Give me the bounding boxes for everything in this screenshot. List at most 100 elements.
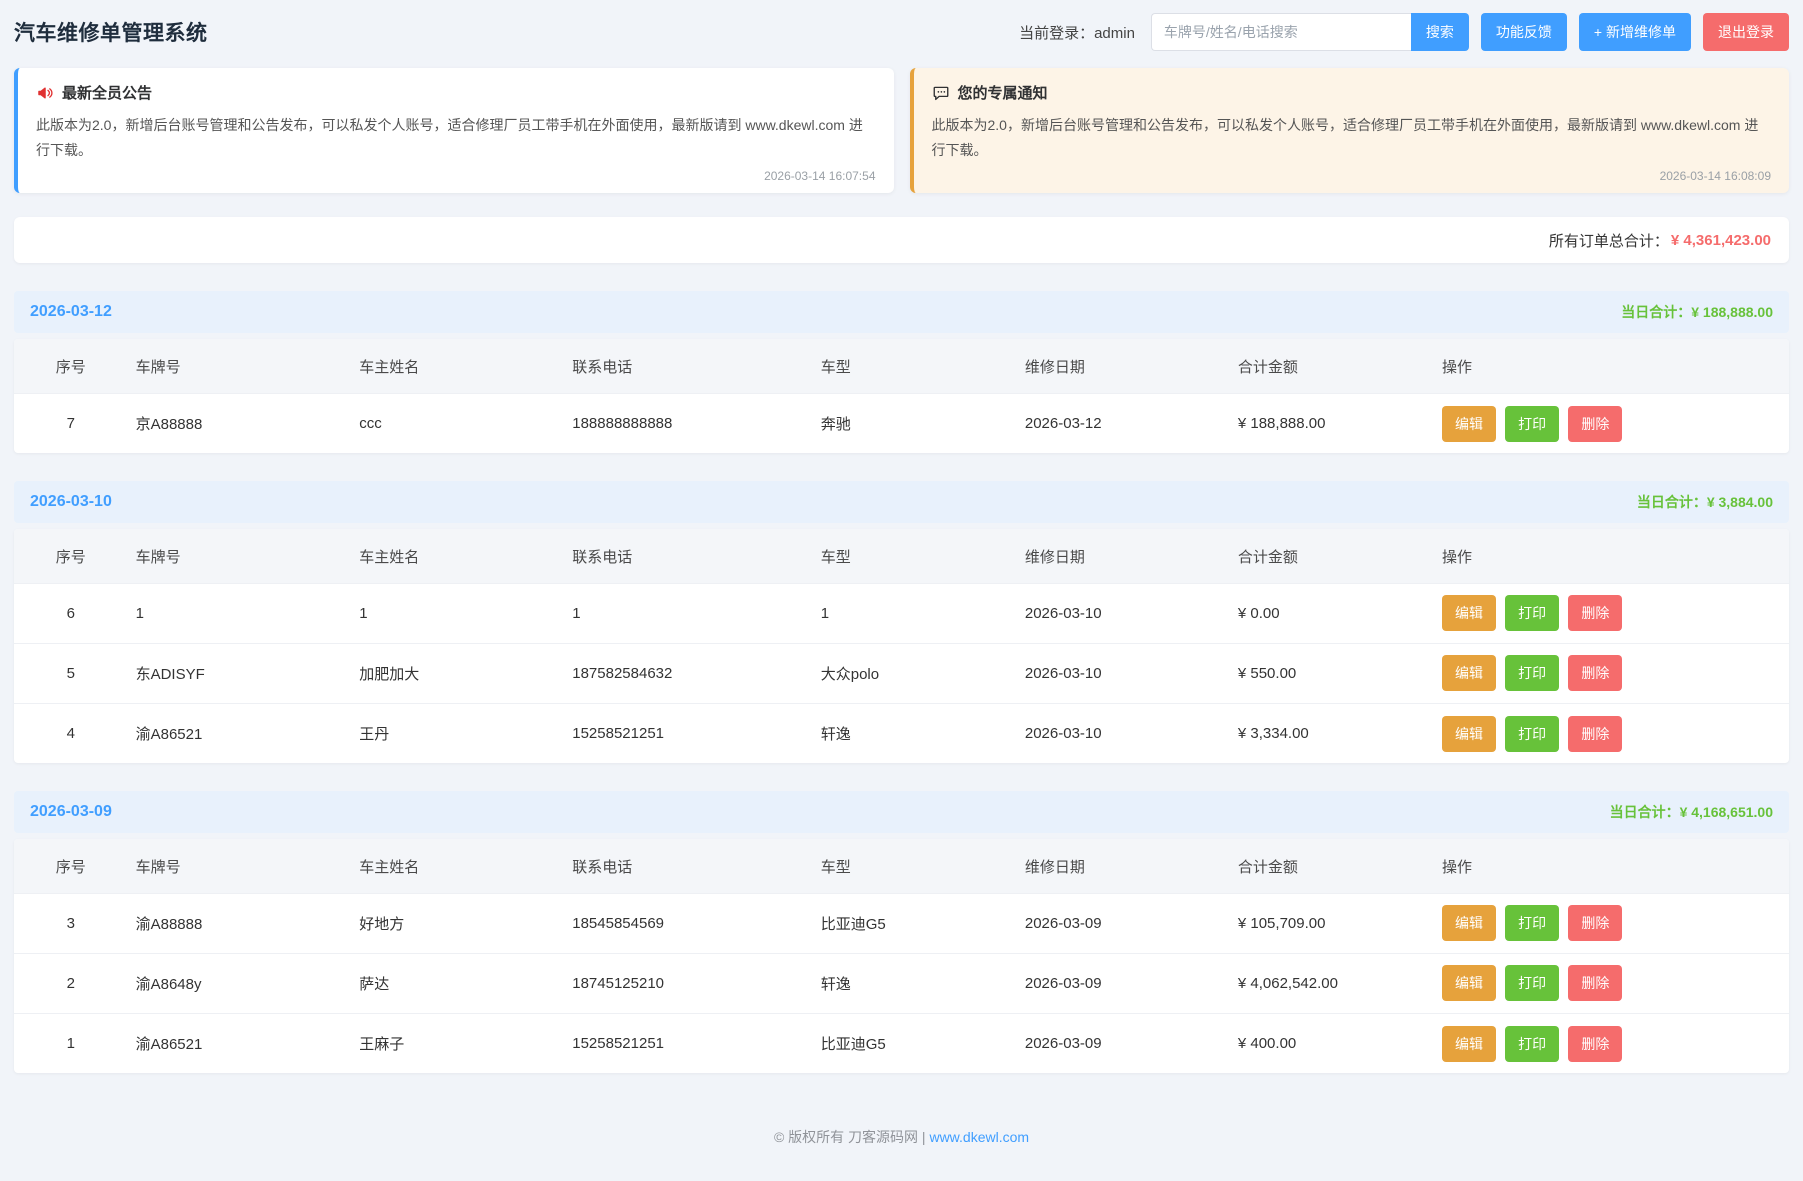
edit-button[interactable]: 编辑 [1442,1026,1496,1062]
cell-repair-date: 2026-03-09 [1017,953,1230,1013]
announcement-title: 最新全员公告 [62,82,152,103]
cell-owner: ccc [351,393,564,453]
edit-button[interactable]: 编辑 [1442,716,1496,752]
table-row: 7 京A88888 ccc 188888888888 奔驰 2026-03-12… [14,393,1789,453]
cell-model: 轩逸 [813,703,1017,763]
day-total: 当日合计：¥ 4,168,651.00 [1610,802,1773,822]
cell-no: 3 [14,893,128,953]
cell-no: 4 [14,703,128,763]
print-button[interactable]: 打印 [1505,965,1559,1001]
header-model: 车型 [813,529,1017,583]
personal-notice-body: 此版本为2.0，新增后台账号管理和公告发布，可以私发个人账号，适合修理厂员工带手… [932,113,1772,163]
search-input[interactable] [1151,13,1411,51]
delete-button[interactable]: 删除 [1568,595,1622,631]
edit-button[interactable]: 编辑 [1442,595,1496,631]
feedback-button[interactable]: 功能反馈 [1481,13,1567,51]
cell-phone: 18545854569 [564,893,813,953]
header-amount: 合计金额 [1230,839,1434,893]
print-button[interactable]: 打印 [1505,655,1559,691]
day-total-label: 当日合计： [1610,804,1680,820]
day-total-amount: ¥ 4,168,651.00 [1680,804,1773,820]
print-button[interactable]: 打印 [1505,406,1559,442]
day-total: 当日合计：¥ 3,884.00 [1637,492,1773,512]
announcement-body: 此版本为2.0，新增后台账号管理和公告发布，可以私发个人账号，适合修理厂员工带手… [36,113,876,163]
table-row: 1 渝A86521 王麻子 15258521251 比亚迪G5 2026-03-… [14,1013,1789,1073]
header-repair-date: 维修日期 [1017,339,1230,393]
header-owner: 车主姓名 [351,529,564,583]
search-button[interactable]: 搜索 [1411,13,1469,51]
table-row: 3 渝A88888 好地方 18545854569 比亚迪G5 2026-03-… [14,893,1789,953]
sections: 2026-03-12 当日合计：¥ 188,888.00 序号 车牌号 车主姓名… [14,291,1789,1073]
orders-table-body: 7 京A88888 ccc 188888888888 奔驰 2026-03-12… [14,393,1789,453]
cell-no: 5 [14,643,128,703]
day-total-label: 当日合计： [1621,304,1691,320]
cell-model: 奔驰 [813,393,1017,453]
delete-button[interactable]: 删除 [1568,716,1622,752]
header-no: 序号 [14,529,128,583]
print-button[interactable]: 打印 [1505,595,1559,631]
delete-button[interactable]: 删除 [1568,905,1622,941]
cell-plate: 渝A86521 [128,1013,352,1073]
cell-amount: ¥ 4,062,542.00 [1230,953,1434,1013]
search-group: 搜索 [1151,13,1469,51]
grand-total-label: 所有订单总合计： [1549,230,1669,251]
date-section-header: 2026-03-12 当日合计：¥ 188,888.00 [14,291,1789,333]
cell-repair-date: 2026-03-10 [1017,703,1230,763]
copyright-text: © 版权所有 刀客源码网 | [774,1129,926,1145]
section-date: 2026-03-10 [30,493,112,511]
edit-button[interactable]: 编辑 [1442,965,1496,1001]
date-section: 2026-03-12 当日合计：¥ 188,888.00 序号 车牌号 车主姓名… [14,291,1789,453]
header-phone: 联系电话 [564,839,813,893]
header-plate: 车牌号 [128,339,352,393]
delete-button[interactable]: 删除 [1568,1026,1622,1062]
print-button[interactable]: 打印 [1505,716,1559,752]
cell-amount: ¥ 550.00 [1230,643,1434,703]
print-button[interactable]: 打印 [1505,905,1559,941]
orders-table-body: 6 1 1 1 1 2026-03-10 ¥ 0.00 编辑 打印 删除 5 东… [14,583,1789,763]
cell-plate: 渝A8648y [128,953,352,1013]
header-phone: 联系电话 [564,529,813,583]
cell-amount: ¥ 400.00 [1230,1013,1434,1073]
cell-phone: 187582584632 [564,643,813,703]
delete-button[interactable]: 删除 [1568,406,1622,442]
header-owner: 车主姓名 [351,839,564,893]
cell-phone: 1 [564,583,813,643]
cell-actions: 编辑 打印 删除 [1434,953,1789,1013]
header-no: 序号 [14,839,128,893]
cell-no: 2 [14,953,128,1013]
cell-model: 轩逸 [813,953,1017,1013]
cell-repair-date: 2026-03-10 [1017,583,1230,643]
orders-table-card: 序号 车牌号 车主姓名 联系电话 车型 维修日期 合计金额 操作 3 渝A888… [14,839,1789,1073]
edit-button[interactable]: 编辑 [1442,406,1496,442]
edit-button[interactable]: 编辑 [1442,905,1496,941]
header-model: 车型 [813,839,1017,893]
orders-table-head: 序号 车牌号 车主姓名 联系电话 车型 维修日期 合计金额 操作 [14,529,1789,583]
table-row: 5 东ADISYF 加肥加大 187582584632 大众polo 2026-… [14,643,1789,703]
cell-phone: 15258521251 [564,703,813,763]
logout-button[interactable]: 退出登录 [1703,13,1789,51]
header-plate: 车牌号 [128,839,352,893]
delete-button[interactable]: 删除 [1568,655,1622,691]
cell-actions: 编辑 打印 删除 [1434,393,1789,453]
print-button[interactable]: 打印 [1505,1026,1559,1062]
day-total-amount: ¥ 188,888.00 [1691,304,1773,320]
date-section-header: 2026-03-09 当日合计：¥ 4,168,651.00 [14,791,1789,833]
add-repair-order-button[interactable]: + 新增维修单 [1579,13,1691,51]
cell-amount: ¥ 105,709.00 [1230,893,1434,953]
cell-no: 6 [14,583,128,643]
cell-actions: 编辑 打印 删除 [1434,643,1789,703]
delete-button[interactable]: 删除 [1568,965,1622,1001]
header-amount: 合计金额 [1230,529,1434,583]
chat-icon [932,84,950,102]
page-title: 汽车维修单管理系统 [14,17,208,47]
edit-button[interactable]: 编辑 [1442,655,1496,691]
header-actions: 操作 [1434,339,1789,393]
footer-link[interactable]: www.dkewl.com [929,1129,1029,1145]
section-date: 2026-03-12 [30,303,112,321]
orders-table-head: 序号 车牌号 车主姓名 联系电话 车型 维修日期 合计金额 操作 [14,339,1789,393]
cell-actions: 编辑 打印 删除 [1434,1013,1789,1073]
personal-notice-title: 您的专属通知 [958,82,1048,103]
header-owner: 车主姓名 [351,339,564,393]
orders-table-body: 3 渝A88888 好地方 18545854569 比亚迪G5 2026-03-… [14,893,1789,1073]
top-bar: 汽车维修单管理系统 当前登录：admin 搜索 功能反馈 + 新增维修单 退出登… [14,0,1789,64]
